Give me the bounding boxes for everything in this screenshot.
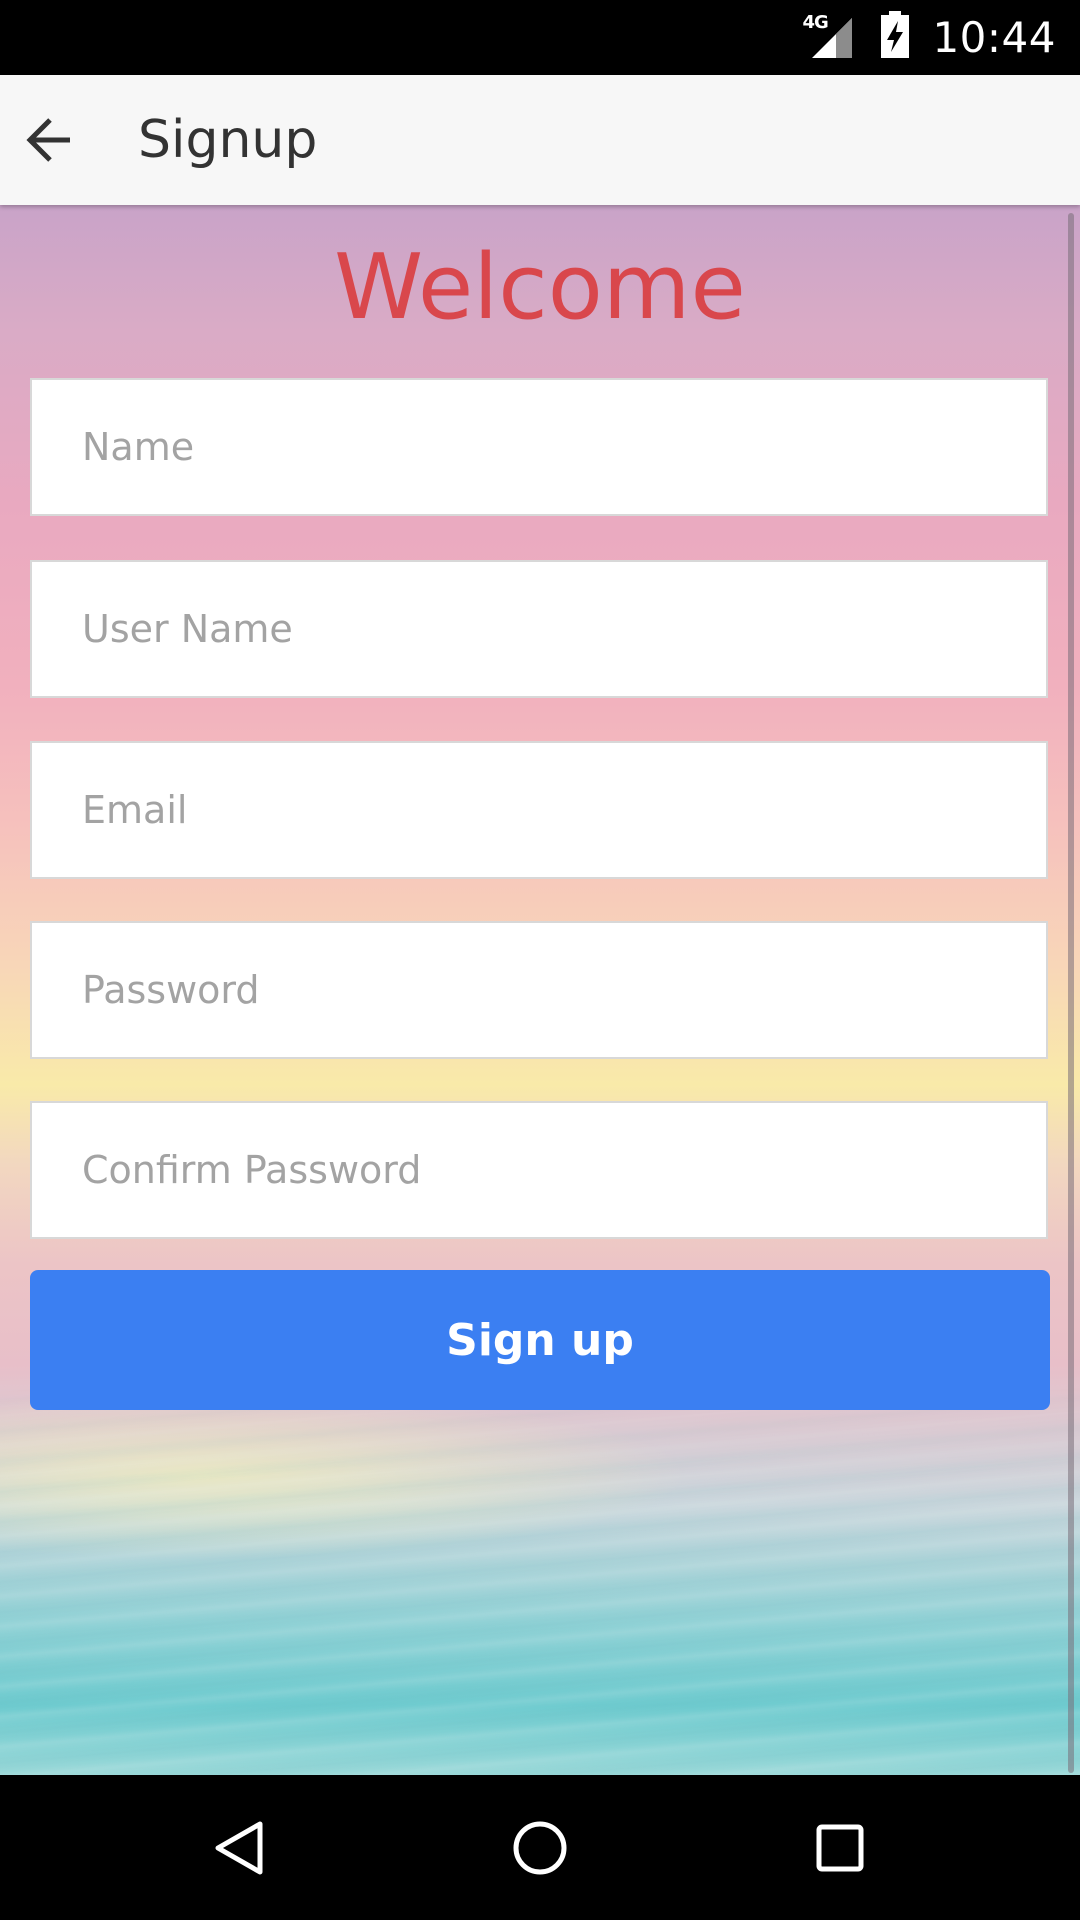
nav-recents-button[interactable] xyxy=(760,1775,920,1920)
square-recents-icon xyxy=(816,1824,864,1871)
app-bar: Signup xyxy=(0,75,1080,205)
circle-home-icon xyxy=(513,1821,567,1874)
signup-form-area: Welcome Sign up xyxy=(0,205,1080,1775)
name-field[interactable] xyxy=(30,378,1048,516)
signup-button[interactable]: Sign up xyxy=(30,1270,1050,1410)
page-title: Signup xyxy=(138,110,318,170)
network-type-label: 4G xyxy=(802,11,828,33)
arrow-left-icon xyxy=(26,118,70,162)
clock: 10:44 xyxy=(932,13,1056,62)
username-field[interactable] xyxy=(30,560,1048,698)
email-field[interactable] xyxy=(30,741,1048,879)
confirm-password-field[interactable] xyxy=(30,1101,1048,1239)
password-field[interactable] xyxy=(30,921,1048,1059)
nav-back-button[interactable] xyxy=(160,1775,320,1920)
triangle-back-icon xyxy=(215,1821,263,1874)
back-button[interactable] xyxy=(0,75,100,205)
cell-signal-icon: 4G xyxy=(802,11,858,62)
nav-home-button[interactable] xyxy=(460,1775,620,1920)
status-bar: 4G 10:44 xyxy=(0,0,1080,75)
battery-charging-icon xyxy=(880,11,910,64)
scrollbar[interactable] xyxy=(1068,213,1074,1773)
welcome-heading: Welcome xyxy=(334,235,746,340)
screen: 4G 10:44 Signup Welcome Name User Name E… xyxy=(0,0,1080,1920)
navigation-bar xyxy=(0,1775,1080,1920)
status-icons: 4G 10:44 xyxy=(802,0,1056,75)
